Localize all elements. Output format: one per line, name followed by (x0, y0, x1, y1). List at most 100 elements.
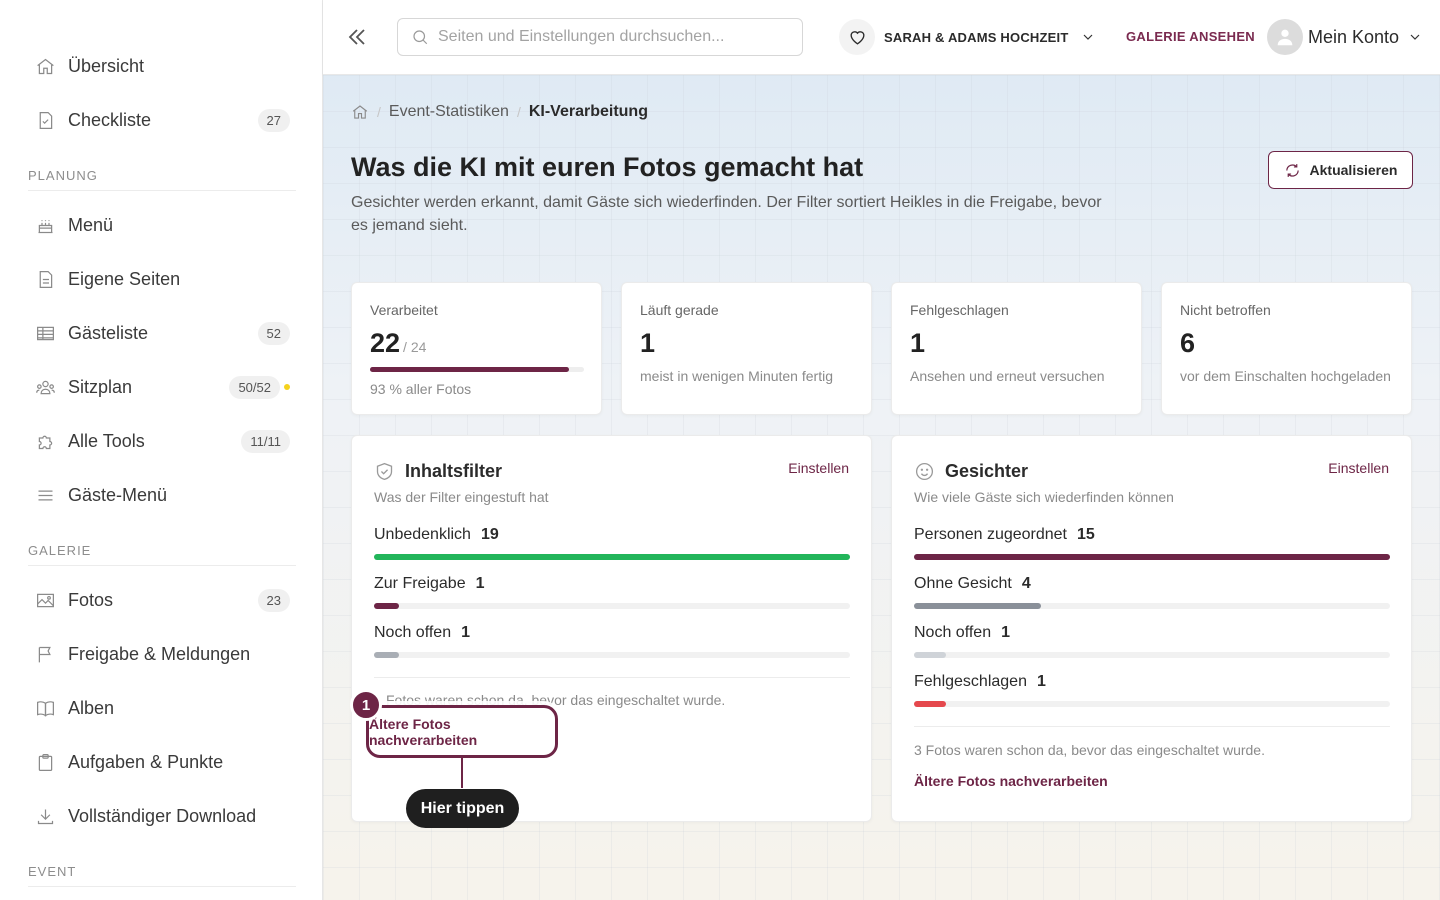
stat-value: 1 (910, 328, 926, 358)
metric-track (374, 652, 850, 658)
metric-pending: Noch offen 1 (374, 624, 850, 658)
stat-total: / 24 (403, 339, 427, 355)
stat-card-running: Läuft gerade 1 meist in wenigen Minuten … (621, 282, 872, 415)
panel-note: 3 Fotos waren schon da, bevor das einges… (914, 742, 1265, 758)
metric-fill (914, 701, 946, 707)
progress-fill (370, 367, 570, 372)
progress-bar (370, 367, 584, 372)
avatar (1267, 19, 1303, 55)
sidebar-item-label: Sitzplan (68, 376, 133, 397)
puzzle-icon (32, 428, 58, 454)
sidebar-item-menue[interactable]: Menü (28, 205, 296, 245)
metric-track (914, 652, 1390, 658)
sidebar-item-uebersicht[interactable]: Übersicht (28, 46, 296, 86)
refresh-button[interactable]: Aktualisieren (1268, 151, 1413, 189)
stat-card-unaffected: Nicht betroffen 6 vor dem Einschalten ho… (1161, 282, 1412, 415)
tutorial-hint[interactable]: Hier tippen (406, 789, 519, 828)
metric-review: Zur Freigabe 1 (374, 575, 850, 609)
count-badge: 27 (257, 108, 290, 132)
refresh-label: Aktualisieren (1309, 162, 1398, 178)
sidebar-item-label: Übersicht (68, 55, 145, 76)
faces-settings-link[interactable]: Einstellen (1328, 460, 1389, 476)
view-gallery-link[interactable]: GALERIE ANSEHEN (1126, 29, 1255, 44)
shield-check-icon (376, 462, 393, 481)
panel-subtitle: Was der Filter eingestuft hat (374, 489, 549, 505)
count-badge: 52 (257, 321, 290, 345)
sidebar-item-label: Aufgaben & Punkte (68, 751, 224, 772)
smile-icon (915, 462, 934, 481)
book-icon (32, 695, 58, 721)
sidebar-item-label: Alle Tools (68, 430, 145, 451)
clipboard-icon (32, 749, 58, 775)
count-badge: 23 (257, 588, 290, 612)
metric-fill (914, 554, 1390, 560)
sidebar-item-aufgaben[interactable]: Aufgaben & Punkte (28, 742, 296, 782)
stat-sub: vor dem Einschalten hochgeladen (1180, 368, 1391, 384)
breadcrumb: / Event-Statistiken / KI-Verarbeitung (351, 103, 648, 121)
stat-sub: Ansehen und erneut versuchen (910, 368, 1105, 384)
sidebar-item-alben[interactable]: Alben (28, 688, 296, 728)
panel-header: Gesichter (914, 461, 1028, 482)
search-box[interactable] (397, 18, 803, 56)
breadcrumb-separator: / (377, 104, 381, 120)
sidebar-item-checkliste[interactable]: Checkliste 27 (28, 100, 296, 140)
sidebar-item-label: Freigabe & Meldungen (68, 643, 251, 664)
content-filter-panel: Inhaltsfilter Einstellen Was der Filter … (351, 435, 872, 822)
account-label: Mein Konto (1308, 26, 1400, 47)
home-icon[interactable] (351, 103, 369, 121)
search-icon (413, 30, 428, 45)
page-description: Gesichter werden erkannt, damit Gäste si… (351, 194, 1102, 234)
sidebar-item-label: Checkliste (68, 109, 152, 130)
metric-track (374, 603, 850, 609)
breadcrumb-item[interactable]: Event-Statistiken (389, 103, 509, 121)
table-icon (32, 320, 58, 346)
divider (914, 726, 1390, 727)
metric-failed: Fehlgeschlagen 1 (914, 673, 1390, 707)
metric-no-face: Ohne Gesicht 4 (914, 575, 1390, 609)
heart-icon (839, 19, 875, 55)
sidebar-item-label: Gästeliste (68, 322, 149, 343)
metric-track (914, 554, 1390, 560)
status-dot (284, 384, 290, 390)
collapse-sidebar-button[interactable] (345, 24, 369, 50)
sidebar-item-fotos[interactable]: Fotos 23 (28, 580, 296, 620)
panel-title: Gesichter (945, 461, 1029, 481)
stat-card-failed[interactable]: Fehlgeschlagen 1 Ansehen und erneut vers… (891, 282, 1142, 415)
stat-label: Läuft gerade (640, 302, 719, 318)
metric-fill (374, 652, 400, 658)
metric-track (914, 603, 1390, 609)
account-menu[interactable]: Mein Konto (1267, 18, 1423, 56)
double-chevron-left-icon (348, 29, 365, 45)
sidebar-item-label: Gäste-Menü (68, 484, 168, 505)
sidebar-item-sitzplan[interactable]: Sitzplan 50/52 (28, 367, 296, 407)
breadcrumb-separator: / (516, 104, 521, 120)
section-label-event: EVENT (28, 864, 296, 887)
metric-fill (914, 603, 1042, 609)
refresh-icon (1285, 163, 1299, 177)
sidebar-item-gaeste-menue[interactable]: Gäste-Menü (28, 475, 296, 515)
checklist-icon (32, 107, 58, 133)
tutorial-connector (461, 758, 463, 788)
search-input[interactable] (438, 28, 778, 46)
metric-label: Noch offen (914, 624, 992, 641)
metric-fill (374, 603, 400, 609)
top-bar: SARAH & ADAMS HOCHZEIT GALERIE ANSEHEN M… (323, 0, 1440, 75)
reprocess-filter-button[interactable]: Ältere Fotos nachverarbeiten (366, 705, 558, 758)
metric-label: Noch offen (374, 624, 452, 641)
sidebar-item-alle-tools[interactable]: Alle Tools 11/11 (28, 421, 296, 461)
metric-fill (914, 652, 946, 658)
stat-label: Verarbeitet (370, 302, 438, 318)
tutorial-step-badge: 1 (350, 689, 382, 721)
sidebar-item-eigene-seiten[interactable]: Eigene Seiten (28, 259, 296, 299)
reprocess-faces-button[interactable]: Ältere Fotos nachverarbeiten (914, 773, 1108, 789)
sidebar-item-freigabe[interactable]: Freigabe & Meldungen (28, 634, 296, 674)
page-icon (32, 266, 58, 292)
stat-value: 1 (640, 328, 656, 358)
event-selector[interactable]: SARAH & ADAMS HOCHZEIT (839, 19, 1096, 55)
metric-value: 1 (1001, 624, 1010, 641)
content-filter-settings-link[interactable]: Einstellen (788, 460, 849, 476)
sidebar-item-gaesteliste[interactable]: Gästeliste 52 (28, 313, 296, 353)
sidebar-item-download[interactable]: Vollständiger Download (28, 796, 296, 836)
metric-label: Ohne Gesicht (914, 575, 1012, 592)
sidebar-item-label: Alben (68, 697, 115, 718)
